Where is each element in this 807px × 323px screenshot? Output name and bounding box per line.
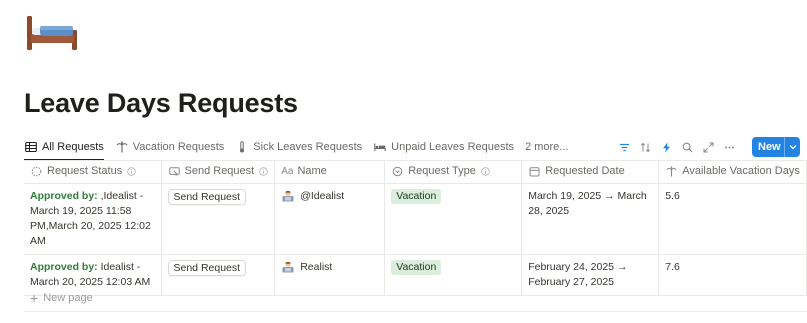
- plus-icon: +: [30, 290, 39, 306]
- tab-label: All Requests: [42, 141, 104, 153]
- table-row[interactable]: Approved by: ,Idealist - March 19, 2025 …: [24, 183, 807, 255]
- select-icon: [391, 165, 404, 178]
- column-label: Requested Date: [545, 165, 625, 178]
- send-request-cell: Send Request: [161, 183, 276, 255]
- tab-unpaid-leaves-requests[interactable]: Unpaid Leaves Requests: [373, 134, 514, 160]
- chevron-down-icon[interactable]: [785, 143, 800, 151]
- tab-label: Sick Leaves Requests: [253, 141, 363, 153]
- status-icon: [30, 165, 43, 178]
- send-request-cell: Send Request: [161, 254, 276, 296]
- automation-bolt-icon[interactable]: [656, 137, 676, 157]
- column-header-request-type[interactable]: Request Type: [384, 160, 523, 184]
- available-vacation-days-cell[interactable]: 7.6: [658, 254, 807, 296]
- info-icon[interactable]: [127, 167, 136, 176]
- sort-icon[interactable]: [635, 137, 655, 157]
- view-bar: All Requests Vacation Requests Sick Leav…: [24, 134, 807, 161]
- thermometer-icon: [235, 140, 249, 154]
- person-at-computer-icon: [281, 261, 295, 273]
- database-toolbar: New: [614, 136, 800, 158]
- more-views-button[interactable]: 2 more...: [525, 134, 568, 160]
- table-row[interactable]: Approved by: Idealist - March 20, 2025 1…: [24, 254, 807, 296]
- new-button[interactable]: New: [752, 137, 800, 157]
- tab-vacation-requests[interactable]: Vacation Requests: [115, 134, 225, 160]
- more-icon[interactable]: [719, 137, 739, 157]
- page-title: Leave Days Requests: [24, 88, 298, 118]
- tab-all-requests[interactable]: All Requests: [24, 134, 104, 161]
- requests-table: Request Status Send Request Aa Name Requ…: [24, 160, 807, 296]
- button-icon: [168, 165, 181, 178]
- column-label: Send Request: [184, 165, 255, 178]
- name-text: @Idealist: [300, 189, 345, 202]
- page-icon-bed[interactable]: [24, 10, 80, 54]
- name-text: Realist: [300, 260, 333, 273]
- column-label: Available Vacation Days: [682, 165, 800, 178]
- palm-tree-icon: [665, 165, 678, 178]
- name-cell[interactable]: @Idealist: [274, 183, 386, 255]
- vacation-tag: Vacation: [391, 259, 442, 275]
- bed-icon: [373, 140, 387, 154]
- available-vacation-days-cell[interactable]: 5.6: [658, 183, 807, 255]
- column-header-name[interactable]: Aa Name: [274, 160, 386, 184]
- requested-date-cell[interactable]: February 24, 2025 → February 27, 2025: [521, 254, 660, 296]
- tab-label: Unpaid Leaves Requests: [391, 141, 515, 153]
- filter-icon[interactable]: [614, 137, 634, 157]
- new-button-label: New: [758, 141, 781, 153]
- request-status-cell[interactable]: Approved by: ,Idealist - March 19, 2025 …: [24, 183, 162, 255]
- table-header-row: Request Status Send Request Aa Name Requ…: [24, 160, 807, 184]
- send-request-button[interactable]: Send Request: [167, 259, 247, 276]
- status-prefix: Approved by:: [30, 189, 98, 202]
- requested-date-cell[interactable]: March 19, 2025 → March 28, 2025: [521, 183, 660, 255]
- column-header-requested-date[interactable]: Requested Date: [521, 160, 660, 184]
- bed-icon: [27, 16, 77, 50]
- column-header-available-vacation-days[interactable]: Available Vacation Days: [658, 160, 807, 184]
- column-label: Name: [297, 165, 327, 178]
- send-request-button[interactable]: Send Request: [167, 188, 247, 205]
- new-page-label: New page: [43, 292, 93, 304]
- request-type-cell[interactable]: Vacation: [384, 254, 523, 296]
- column-label: Request Type: [408, 165, 476, 178]
- person-at-computer-icon: [281, 190, 295, 202]
- status-prefix: Approved by:: [30, 260, 98, 273]
- vacation-tag: Vacation: [391, 188, 442, 204]
- table-icon: [24, 140, 38, 154]
- tab-sick-leaves-requests[interactable]: Sick Leaves Requests: [235, 134, 362, 160]
- column-header-send-request[interactable]: Send Request: [161, 160, 276, 184]
- info-icon[interactable]: [481, 167, 490, 176]
- tab-label: Vacation Requests: [132, 141, 225, 153]
- name-cell[interactable]: Realist: [274, 254, 386, 296]
- info-icon[interactable]: [259, 167, 268, 176]
- calendar-icon: [528, 165, 541, 178]
- request-status-cell[interactable]: Approved by: Idealist - March 20, 2025 1…: [24, 254, 162, 296]
- palm-tree-icon: [115, 140, 129, 154]
- column-header-request-status[interactable]: Request Status: [24, 160, 162, 184]
- column-label: Request Status: [47, 165, 123, 178]
- expand-icon[interactable]: [698, 137, 718, 157]
- request-type-cell[interactable]: Vacation: [384, 183, 523, 255]
- new-page-button[interactable]: + New page: [30, 290, 93, 306]
- table-bottom-border: [24, 311, 807, 312]
- search-icon[interactable]: [677, 137, 697, 157]
- view-tabs: All Requests Vacation Requests Sick Leav…: [24, 134, 579, 161]
- text-aa-icon: Aa: [281, 165, 294, 177]
